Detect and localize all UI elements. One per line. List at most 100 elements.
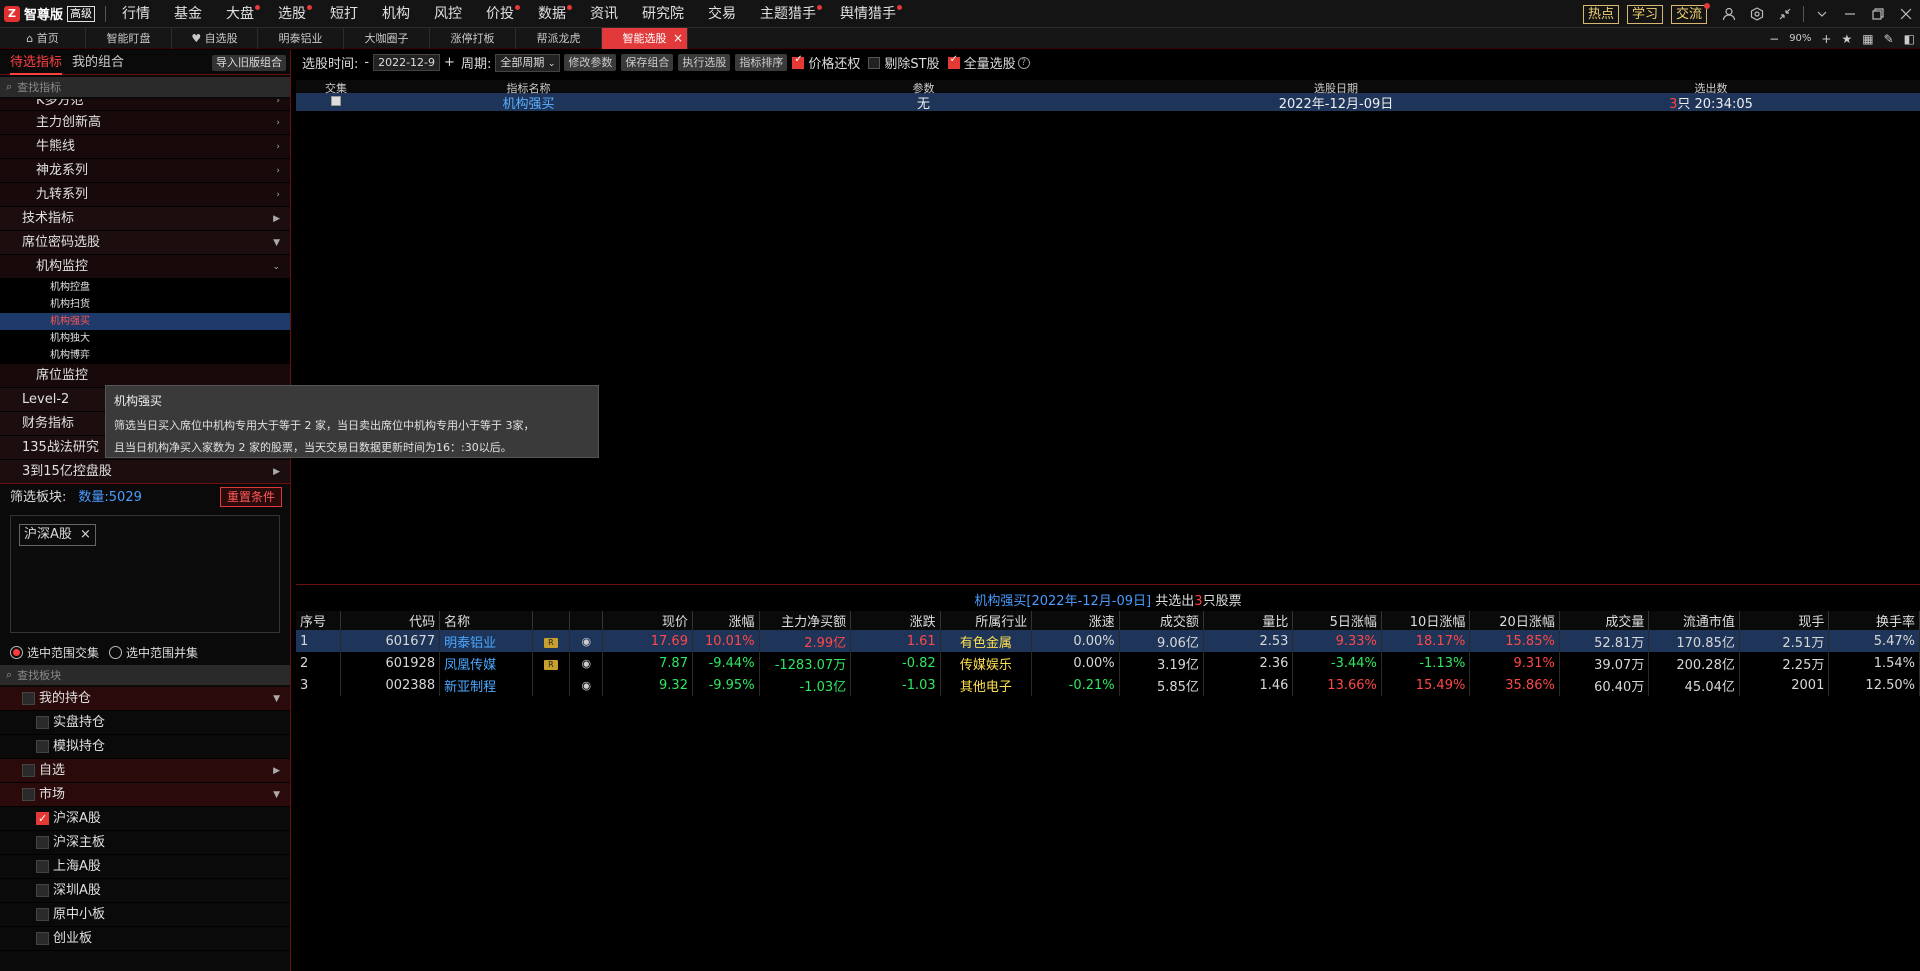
board-item[interactable]: 模拟持仓 (0, 735, 290, 759)
menu-item-1[interactable]: 基金 (162, 0, 214, 28)
cell-name[interactable]: 新亚制程 (439, 674, 533, 696)
sort-indicators-button[interactable]: 指标排序 (735, 54, 788, 71)
user-icon[interactable] (1715, 0, 1743, 28)
radio-intersect[interactable]: 选中范围交集 (10, 644, 99, 661)
tree-item[interactable]: 席位密码选股 ▼ (0, 231, 290, 255)
app-logo[interactable]: Z 智尊版 高级 (0, 0, 101, 28)
eye-icon[interactable]: ◉ (582, 679, 592, 692)
menu-item-4[interactable]: 短打 (318, 0, 370, 28)
board-item[interactable]: 实盘持仓 (0, 711, 290, 735)
menu-item-8[interactable]: 数据 (526, 0, 578, 28)
col-header[interactable]: 涨幅 (692, 611, 760, 630)
date-next-button[interactable]: + (444, 55, 455, 70)
board-checkbox[interactable] (22, 692, 35, 705)
panel-toggle-icon[interactable]: ◧ (1904, 32, 1915, 46)
menu-item-2[interactable]: 大盘 (214, 0, 266, 28)
board-checkbox[interactable] (36, 860, 49, 873)
col-header[interactable]: 10日涨幅 (1381, 611, 1471, 630)
col-header[interactable] (532, 611, 571, 630)
intersect-checkbox[interactable] (296, 95, 376, 110)
col-header[interactable]: 主力净买额 (759, 611, 852, 630)
dropdown-icon[interactable] (1808, 0, 1836, 28)
col-header[interactable]: 成交量 (1559, 611, 1650, 630)
cell-name[interactable]: 明泰铝业 (439, 630, 533, 652)
tree-item[interactable]: 机构博弈 (0, 347, 290, 364)
menu-item-0[interactable]: 行情 (110, 0, 162, 28)
edit-params-button[interactable]: 修改参数 (564, 54, 617, 71)
col-header[interactable]: 现价 (602, 611, 693, 630)
menu-item-5[interactable]: 机构 (370, 0, 422, 28)
tree-item[interactable]: 牛熊线 › (0, 135, 290, 159)
run-screen-button[interactable]: 执行选股 (678, 54, 731, 71)
tab-7[interactable]: 智能选股 × (602, 27, 688, 49)
edit-icon[interactable]: ✎ (1884, 32, 1894, 46)
table-row[interactable]: 2 601928 凤凰传媒 R ◉ 7.87 -9.44% -1283.07万 -0.82 传媒娱… (296, 652, 1920, 674)
tab-6[interactable]: 帮派龙虎 (516, 27, 602, 49)
col-header[interactable]: 序号 (296, 611, 342, 630)
collapse-icon[interactable] (1771, 0, 1799, 28)
menu-item-7[interactable]: 价投 (474, 0, 526, 28)
zoom-in-button[interactable]: + (1821, 32, 1831, 46)
tab-1[interactable]: 智能盯盘 (86, 27, 172, 49)
tree-item[interactable]: 神龙系列 › (0, 159, 290, 183)
board-item[interactable]: 创业板 (0, 927, 290, 951)
tree-item[interactable]: 机构控盘 (0, 279, 290, 296)
board-item[interactable]: 市场 ▼ (0, 783, 290, 807)
col-header[interactable]: 涨速 (1031, 611, 1120, 630)
tree-item[interactable]: 3到15亿控盘股 ▶ (0, 460, 290, 483)
tab-my-combos[interactable]: 我的组合 (72, 50, 124, 75)
board-checkbox[interactable] (36, 908, 49, 921)
menu-item-11[interactable]: 交易 (696, 0, 748, 28)
tree-item[interactable]: 机构强买 (0, 313, 290, 330)
tree-item[interactable]: 机构监控 ⌄ (0, 255, 290, 279)
tree-item[interactable]: 主力创新高 › (0, 111, 290, 135)
menu-item-6[interactable]: 风控 (422, 0, 474, 28)
col-header[interactable]: 成交额 (1119, 611, 1204, 630)
board-item[interactable]: 深圳A股 (0, 879, 290, 903)
col-header[interactable]: 量比 (1203, 611, 1294, 630)
tree-item[interactable]: 机构扫货 (0, 296, 290, 313)
exclude-st-checkbox[interactable]: 剔除ST股 (868, 53, 940, 72)
close-window-icon[interactable] (1892, 0, 1920, 28)
import-old-combos-button[interactable]: 导入旧版组合 (212, 55, 286, 71)
layout-icon[interactable]: ▦ (1862, 32, 1873, 46)
board-checkbox[interactable] (36, 884, 49, 897)
col-header[interactable] (569, 611, 604, 630)
tree-item[interactable]: 九转系列 › (0, 183, 290, 207)
price-adjust-checkbox[interactable]: 价格还权 (792, 53, 860, 72)
board-checkbox[interactable] (36, 716, 49, 729)
menu-item-9[interactable]: 资讯 (578, 0, 630, 28)
strategy-row[interactable]: 机构强买 无 2022年-12月-09日 3只 20:34:05 (296, 93, 1920, 112)
tab-4[interactable]: 大咖圈子 (344, 27, 430, 49)
settings-icon[interactable] (1743, 0, 1771, 28)
eye-icon[interactable]: ◉ (582, 635, 592, 648)
board-item[interactable]: 沪深主板 (0, 831, 290, 855)
tree-item[interactable]: 技术指标 ▶ (0, 207, 290, 231)
board-checkbox[interactable] (36, 740, 49, 753)
col-header[interactable]: 流通市值 (1648, 611, 1740, 630)
col-header[interactable]: 5日涨幅 (1292, 611, 1382, 630)
board-item[interactable]: 自选 ▶ (0, 759, 290, 783)
board-checkbox[interactable] (22, 764, 35, 777)
board-item[interactable]: 上海A股 (0, 855, 290, 879)
tab-0[interactable]: ⌂ 首页 (0, 27, 86, 49)
tab-pending-indicators[interactable]: 待选指标 (10, 50, 63, 75)
menu-item-12[interactable]: 主题猎手 (748, 0, 828, 28)
table-row[interactable]: 1 601677 明泰铝业 R ◉ 17.69 10.01% 2.99亿 1.61 有色金属 0.0… (296, 630, 1920, 652)
board-checkbox[interactable] (36, 932, 49, 945)
radio-union[interactable]: 选中范围并集 (109, 644, 198, 661)
chip-close-icon[interactable]: × (80, 527, 91, 542)
date-input[interactable]: 2022-12-9 (373, 54, 441, 71)
eye-icon[interactable]: ◉ (582, 657, 592, 670)
strategy-name[interactable]: 机构强买 (376, 93, 681, 112)
chat-button[interactable]: 交流 (1670, 2, 1710, 24)
restore-icon[interactable] (1864, 0, 1892, 28)
board-checkbox[interactable] (36, 807, 49, 831)
tab-3[interactable]: 明泰铝业 (258, 27, 344, 49)
close-tab-icon[interactable]: × (673, 28, 683, 49)
table-row[interactable]: 3 002388 新亚制程 ◉ 9.32 -9.95% -1.03亿 -1.03 其他电子 -0.… (296, 674, 1920, 696)
tab-2[interactable]: ♥ 自选股 (172, 27, 258, 49)
menu-item-13[interactable]: 舆情猎手 (828, 0, 908, 28)
full-screen-checkbox[interactable]: 全量选股? (947, 53, 1030, 72)
col-header[interactable]: 20日涨幅 (1469, 611, 1560, 630)
